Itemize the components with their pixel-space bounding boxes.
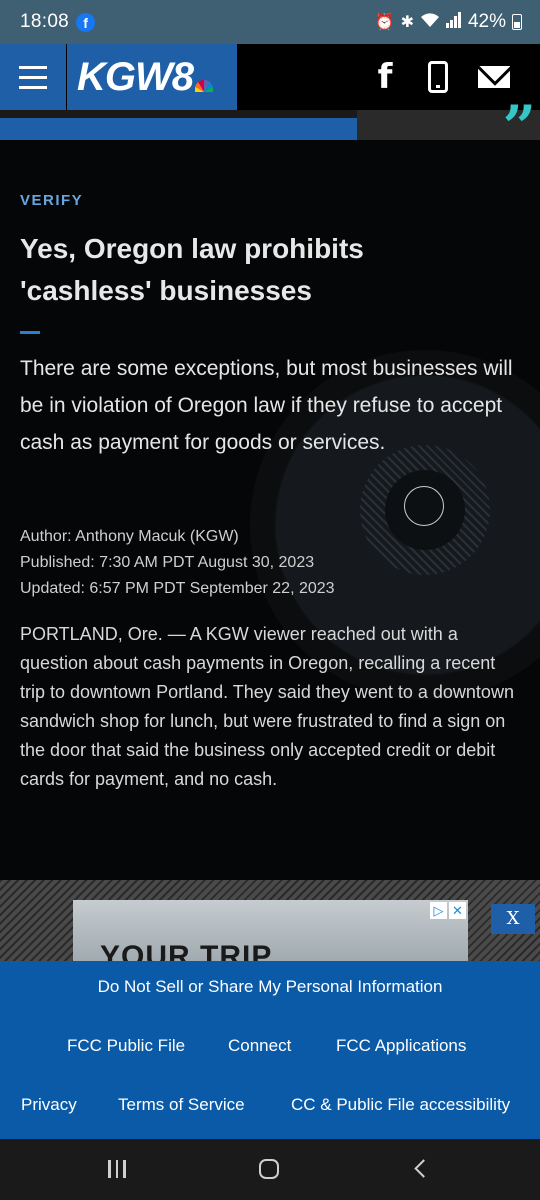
wifi-icon xyxy=(420,12,440,33)
signal-icon xyxy=(445,11,462,33)
hamburger-menu-button[interactable] xyxy=(0,44,66,110)
article-body: PORTLAND, Ore. — A KGW viewer reached ou… xyxy=(20,624,514,789)
decorative-outline-circle xyxy=(404,486,444,526)
battery-percent: 42% xyxy=(467,11,506,32)
site-footer: Do Not Sell or Share My Personal Informa… xyxy=(0,961,540,1139)
banner-dark-panel: ” xyxy=(357,98,540,156)
menu-line-icon xyxy=(19,65,47,69)
adchoices-icon[interactable]: ▷ xyxy=(430,902,447,919)
ad-title: YOUR TRIP xyxy=(100,940,273,962)
system-nav-bar xyxy=(0,1139,540,1200)
ad-dismiss-icon[interactable]: ✕ xyxy=(449,902,466,919)
recent-apps-button[interactable] xyxy=(108,1160,126,1178)
article-meta: Author: Anthony Macuk (KGW) Published: 7… xyxy=(20,524,335,602)
facebook-notification-icon: f xyxy=(76,12,96,32)
banner-blue-bar xyxy=(0,118,357,140)
status-bar: 18:08 f ⏰ ✱ 42% xyxy=(0,0,540,44)
adchoices[interactable]: ▷ ✕ xyxy=(430,902,466,919)
nbc-peacock-icon xyxy=(195,80,213,92)
cc-accessibility-link[interactable]: CC & Public File accessibility xyxy=(291,1095,510,1115)
do-not-sell-link[interactable]: Do Not Sell or Share My Personal Informa… xyxy=(0,977,540,997)
phone-icon[interactable] xyxy=(420,44,456,110)
fcc-public-file-link[interactable]: FCC Public File xyxy=(67,1036,185,1056)
banner-strip: ” xyxy=(0,98,540,156)
status-icons: ⏰ ✱ 42% xyxy=(375,11,522,33)
back-button[interactable] xyxy=(414,1159,433,1178)
facebook-icon[interactable]: f xyxy=(366,44,404,110)
article-kicker[interactable]: VERIFY xyxy=(20,192,83,209)
menu-line-icon xyxy=(19,75,47,79)
fcc-applications-link[interactable]: FCC Applications xyxy=(336,1036,466,1056)
home-button[interactable] xyxy=(259,1159,279,1179)
privacy-link[interactable]: Privacy xyxy=(21,1095,77,1115)
kgw8-logo[interactable]: KGW8 xyxy=(67,44,237,110)
article-headline: Yes, Oregon law prohibits 'cashless' bus… xyxy=(20,233,364,306)
battery-icon xyxy=(512,14,522,30)
ad-close-button[interactable]: X xyxy=(491,904,535,934)
terms-of-service-link[interactable]: Terms of Service xyxy=(118,1095,245,1115)
ad-region: YOUR TRIP ▷ ✕ X xyxy=(0,880,540,962)
status-time: 18:08 xyxy=(20,11,70,32)
logo-text: KGW8 xyxy=(77,54,194,99)
alarm-icon: ⏰ xyxy=(374,14,395,31)
article-author: Author: Anthony Macuk (KGW) xyxy=(20,528,239,545)
menu-line-icon xyxy=(19,85,47,89)
headline-rule xyxy=(20,331,40,334)
article-published: Published: 7:30 AM PDT August 30, 2023 xyxy=(20,554,315,571)
bluetooth-icon: ✱ xyxy=(400,14,414,31)
article-summary: There are some exceptions, but most busi… xyxy=(20,357,513,454)
ad-banner[interactable]: YOUR TRIP ▷ ✕ xyxy=(73,900,468,962)
article: VERIFY Yes, Oregon law prohibits 'cashle… xyxy=(0,140,540,880)
article-updated: Updated: 6:57 PM PDT September 22, 2023 xyxy=(20,580,335,597)
site-header: KGW8 f xyxy=(0,44,540,110)
connect-link[interactable]: Connect xyxy=(228,1036,291,1056)
